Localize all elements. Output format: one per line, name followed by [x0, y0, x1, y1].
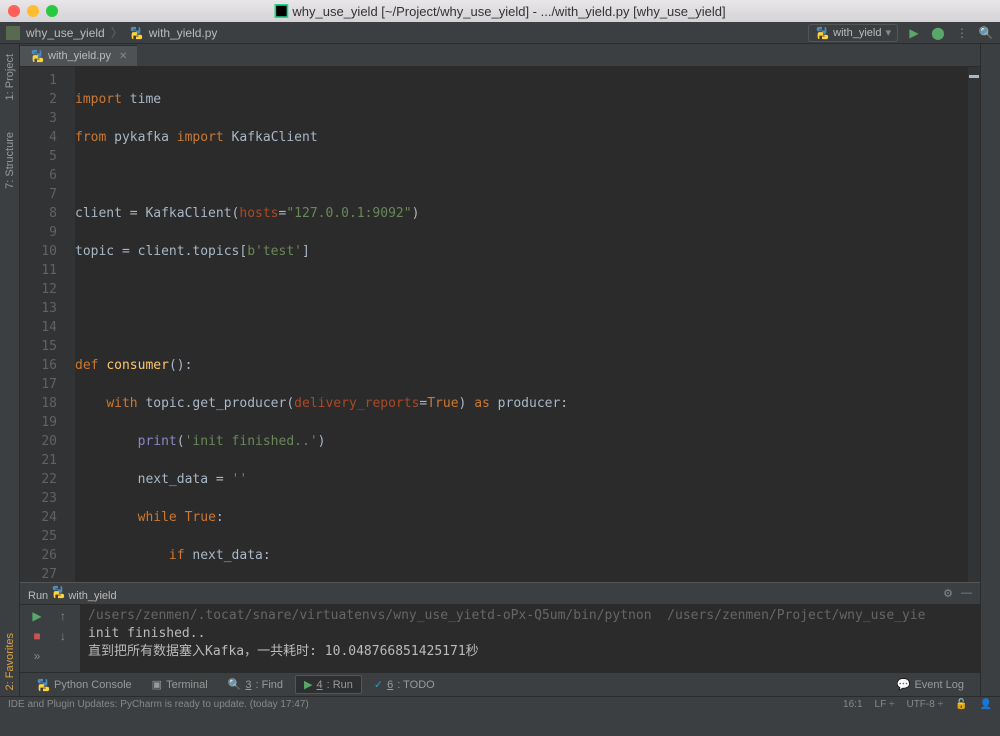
tool-structure[interactable]: 7: Structure — [4, 126, 16, 195]
line-gutter: 1234567891011121314151617181920212223242… — [20, 67, 75, 582]
left-sidebar: 1: Project 7: Structure 2: Favorites — [0, 44, 20, 696]
inspector-icon[interactable]: 👤 — [980, 699, 992, 710]
pycharm-icon — [274, 4, 288, 18]
run-icon[interactable]: ▶ — [906, 25, 922, 41]
up-icon[interactable]: ↑ — [60, 609, 66, 623]
gear-icon[interactable]: ⚙ — [943, 587, 953, 600]
code-content[interactable]: import time from pykafka import KafkaCli… — [75, 67, 980, 582]
zoom-window[interactable] — [46, 5, 58, 17]
chat-icon: 💬 — [897, 678, 911, 691]
file-name: with_yield.py — [149, 26, 218, 40]
breadcrumb[interactable]: why_use_yield 〉 with_yield.py — [6, 24, 217, 41]
python-icon — [36, 678, 50, 692]
search-icon[interactable]: 🔍 — [978, 25, 994, 41]
python-icon — [30, 49, 44, 63]
window-title: why_use_yield [~/Project/why_use_yield] … — [274, 4, 725, 19]
run-toolbar: ▶ ■ » ↑ ↓ — [20, 605, 80, 672]
folder-icon — [6, 26, 20, 40]
run-config-selector[interactable]: with_yield ▾ — [808, 24, 898, 42]
play-icon: ▶ — [304, 678, 312, 691]
debug-icon[interactable]: ⬤ — [930, 25, 946, 41]
tool-terminal[interactable]: ▣Terminal — [144, 675, 216, 694]
chevron-down-icon: ▾ — [885, 26, 891, 39]
editor-tabs: with_yield.py ✕ — [20, 44, 980, 67]
more-icon[interactable]: ⋮ — [954, 25, 970, 41]
close-window[interactable] — [8, 5, 20, 17]
tool-find[interactable]: 🔍3: Find — [220, 675, 291, 694]
project-name: why_use_yield — [26, 26, 105, 40]
event-log[interactable]: 💬Event Log — [889, 676, 972, 693]
minimize-window[interactable] — [27, 5, 39, 17]
bottom-toolbar: Python Console ▣Terminal 🔍3: Find ▶4: Ru… — [20, 672, 980, 696]
tool-python-console[interactable]: Python Console — [28, 675, 140, 694]
run-output[interactable]: /users/zenmen/.tocat/snare/virtuatenvs/w… — [80, 605, 980, 672]
right-sidebar — [980, 44, 1000, 696]
rerun-icon[interactable]: ▶ — [32, 609, 41, 623]
minimize-icon[interactable]: — — [961, 587, 972, 600]
close-icon[interactable]: ✕ — [119, 51, 127, 62]
tab-with-yield[interactable]: with_yield.py ✕ — [20, 45, 137, 66]
todo-icon: ✓ — [374, 678, 383, 691]
titlebar: why_use_yield [~/Project/why_use_yield] … — [0, 0, 1000, 22]
breadcrumb-sep: 〉 — [111, 24, 123, 41]
tool-favorites[interactable]: 2: Favorites — [4, 627, 16, 696]
python-icon — [129, 26, 143, 40]
tool-run[interactable]: ▶4: Run — [295, 675, 362, 694]
stop-icon[interactable]: ■ — [33, 629, 40, 643]
code-editor[interactable]: 1234567891011121314151617181920212223242… — [20, 67, 980, 582]
caret-position[interactable]: 16:1 — [843, 699, 862, 710]
editor-scrollbar[interactable] — [968, 67, 980, 582]
down-icon[interactable]: ↓ — [60, 629, 66, 643]
run-panel: Run with_yield ⚙ — ▶ ■ » ↑ ↓ — [20, 582, 980, 672]
expand-icon[interactable]: » — [34, 649, 41, 663]
statusbar: IDE and Plugin Updates: PyCharm is ready… — [0, 696, 1000, 712]
tool-project[interactable]: 1: Project — [4, 48, 16, 106]
terminal-icon: ▣ — [152, 678, 162, 691]
encoding[interactable]: UTF-8 ÷ — [906, 699, 943, 710]
tool-todo[interactable]: ✓6: TODO — [366, 675, 443, 694]
navbar: why_use_yield 〉 with_yield.py with_yield… — [0, 22, 1000, 44]
python-icon — [815, 26, 829, 40]
python-icon — [51, 585, 65, 599]
search-icon: 🔍 — [228, 678, 242, 691]
lock-icon[interactable]: 🔓 — [955, 699, 967, 710]
run-panel-title: Run with_yield — [28, 585, 117, 602]
status-message[interactable]: IDE and Plugin Updates: PyCharm is ready… — [8, 699, 309, 710]
line-ending[interactable]: LF ÷ — [875, 699, 895, 710]
